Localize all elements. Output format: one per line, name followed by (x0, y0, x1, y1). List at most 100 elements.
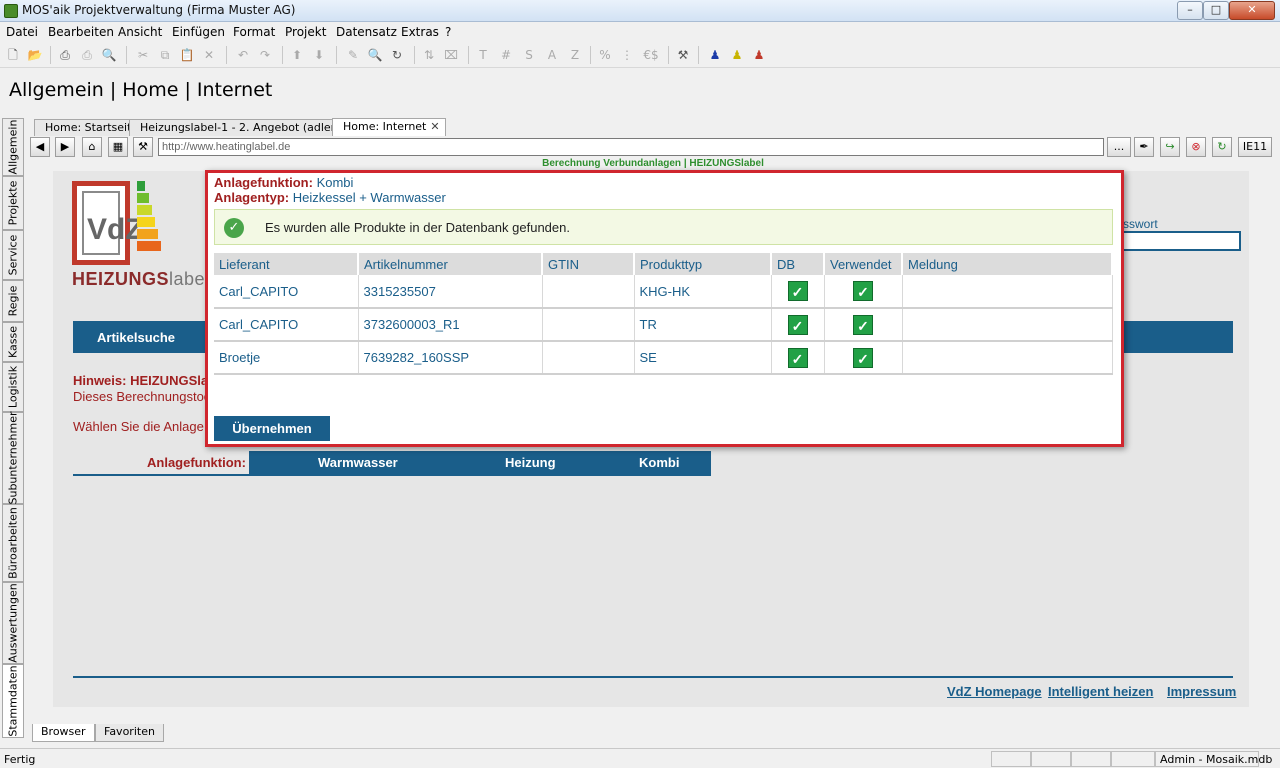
side-tab-auswertungen[interactable]: Auswertungen (2, 582, 24, 664)
toolbar-separator (698, 46, 699, 64)
doc-tab-internet[interactable]: Home: Internet ✕ (332, 118, 446, 136)
go-icon[interactable]: ↪ (1160, 137, 1180, 157)
artikelsuche-link[interactable]: Artikelsuche (97, 330, 175, 345)
vdz-logo[interactable]: VdZ (72, 181, 144, 265)
sitemap-icon[interactable]: ▦ (108, 137, 128, 157)
menu-datei[interactable]: Datei (6, 25, 38, 39)
menu-einfuegen[interactable]: Einfügen (172, 25, 225, 39)
footer-link-intelligent[interactable]: Intelligent heizen (1048, 684, 1153, 699)
side-tabs: Allgemein Projekte Service Regie Kasse L… (2, 118, 24, 740)
side-tab-logistik[interactable]: Logistik (2, 362, 24, 412)
cut-icon[interactable]: ✂ (134, 46, 152, 64)
column-header[interactable]: Verwendet (824, 253, 903, 275)
side-tab-stammdaten[interactable]: Stammdaten (2, 664, 24, 738)
checkmark-icon: ✓ (853, 314, 873, 335)
column-header[interactable]: Artikelnummer (358, 253, 543, 275)
maximize-button[interactable]: □ (1203, 1, 1229, 20)
table-row[interactable]: Broetje 7639282_160SSP SE ✓ ✓ (214, 341, 1113, 375)
menu-extras[interactable]: Extras (401, 25, 439, 39)
text-format-icon[interactable]: T (474, 46, 492, 64)
copy-icon[interactable]: ⧉ (156, 46, 174, 64)
status-cell (1111, 751, 1155, 767)
undo-icon[interactable]: ↶ (234, 46, 252, 64)
stop-icon[interactable]: ⊗ (1186, 137, 1206, 157)
filter-icon[interactable]: ⌧ (442, 46, 460, 64)
column-header[interactable]: GTIN (542, 253, 635, 275)
option-heizung[interactable]: Heizung (505, 455, 556, 470)
decimal-icon[interactable]: ⋮ (618, 46, 636, 64)
side-tab-allgemein[interactable]: Allgemein (2, 118, 24, 176)
hint-text: Dieses Berechnungstoo (73, 389, 212, 404)
footer-link-impressum[interactable]: Impressum (1167, 684, 1236, 699)
title-bar: MOS'aik Projektverwaltung (Firma Muster … (0, 0, 1280, 22)
new-document-icon[interactable]: 🗋 (4, 46, 22, 64)
doc-tab-heizungslabel[interactable]: Heizungslabel-1 - 2. Angebot (adler)✕ (129, 119, 359, 136)
home-icon[interactable]: ⌂ (82, 137, 102, 157)
search-icon[interactable]: 🔍 (366, 46, 384, 64)
delete-icon[interactable]: ✕ (200, 46, 218, 64)
menu-format[interactable]: Format (233, 25, 275, 39)
tools-icon[interactable]: ⚒ (133, 137, 153, 157)
menu-bearbeiten[interactable]: Bearbeiten (48, 25, 114, 39)
currency-icon[interactable]: €$ (642, 46, 660, 64)
percent-icon[interactable]: % (596, 46, 614, 64)
redo-icon[interactable]: ↷ (256, 46, 274, 64)
doc-tab-startseite[interactable]: Home: Startseite (34, 119, 145, 136)
print-icon[interactable]: ⎙ (56, 46, 74, 64)
more-button[interactable]: ... (1107, 137, 1131, 157)
menu-projekt[interactable]: Projekt (285, 25, 326, 39)
edit-pen-icon[interactable]: ✒ (1134, 137, 1154, 157)
side-tab-subunternehmer[interactable]: Subunternehmer (2, 411, 24, 505)
bottom-tab-browser[interactable]: Browser (32, 724, 95, 742)
forward-icon[interactable]: ▶ (55, 137, 75, 157)
uebernehmen-button[interactable]: Übernehmen (214, 416, 330, 441)
user-blue-icon[interactable]: ♟ (706, 46, 724, 64)
menu-ansicht[interactable]: Ansicht (118, 25, 162, 39)
toolbar-separator (282, 46, 283, 64)
paste-icon[interactable]: 📋 (178, 46, 196, 64)
ie-version-button[interactable]: IE11 (1238, 137, 1272, 157)
arrow-up-icon[interactable]: ⬆ (288, 46, 306, 64)
number-format-icon[interactable]: # (497, 46, 515, 64)
print-preview-icon[interactable]: 🔍 (100, 46, 118, 64)
reload-icon[interactable]: ↻ (1212, 137, 1232, 157)
footer-link-vdz[interactable]: VdZ Homepage (947, 684, 1042, 699)
z-format-icon[interactable]: Z (566, 46, 584, 64)
checkmark-icon: ✓ (787, 281, 808, 301)
sort-icon[interactable]: ⇅ (420, 46, 438, 64)
column-header[interactable]: Meldung (902, 253, 1113, 275)
a-format-icon[interactable]: A (543, 46, 561, 64)
close-tab-icon[interactable]: ✕ (430, 120, 439, 133)
edit-icon[interactable]: ✎ (344, 46, 362, 64)
toolbar-separator (336, 46, 337, 64)
back-icon[interactable]: ◀ (30, 137, 50, 157)
table-row[interactable]: Carl_CAPITO 3732600003_R1 TR ✓ ✓ (214, 308, 1113, 342)
column-header[interactable]: DB (771, 253, 825, 275)
cell-artikelnummer: 7639282_160SSP (358, 341, 543, 375)
side-tab-service[interactable]: Service (2, 230, 24, 280)
user-red-icon[interactable]: ♟ (750, 46, 768, 64)
side-tab-bueroarbeiten[interactable]: Büroarbeiten (2, 504, 24, 582)
option-warmwasser[interactable]: Warmwasser (318, 455, 398, 470)
arrow-down-icon[interactable]: ⬇ (310, 46, 328, 64)
menu-datensatz[interactable]: Datensatz (336, 25, 397, 39)
column-header[interactable]: Lieferant (214, 253, 359, 275)
password-input[interactable] (1111, 231, 1241, 251)
side-tab-kasse[interactable]: Kasse (2, 322, 24, 362)
bottom-tab-favoriten[interactable]: Favoriten (95, 724, 164, 742)
print-multiple-icon[interactable]: ⎙ (78, 46, 96, 64)
side-tab-regie[interactable]: Regie (2, 280, 24, 322)
user-yellow-icon[interactable]: ♟ (728, 46, 746, 64)
open-folder-icon[interactable]: 📂 (26, 46, 44, 64)
close-window-button[interactable]: ✕ (1229, 1, 1275, 20)
minimize-button[interactable]: – (1177, 1, 1203, 20)
column-header[interactable]: Produkttyp (634, 253, 772, 275)
menu-help[interactable]: ? (445, 25, 451, 39)
tools-icon[interactable]: ⚒ (674, 46, 692, 64)
side-tab-projekte[interactable]: Projekte (2, 176, 24, 230)
table-row[interactable]: Carl_CAPITO 3315235507 KHG-HK ✓ ✓ (214, 275, 1113, 309)
s-format-icon[interactable]: S (520, 46, 538, 64)
option-kombi[interactable]: Kombi (639, 455, 679, 470)
refresh-icon[interactable]: ↻ (388, 46, 406, 64)
url-input[interactable] (158, 138, 1104, 156)
